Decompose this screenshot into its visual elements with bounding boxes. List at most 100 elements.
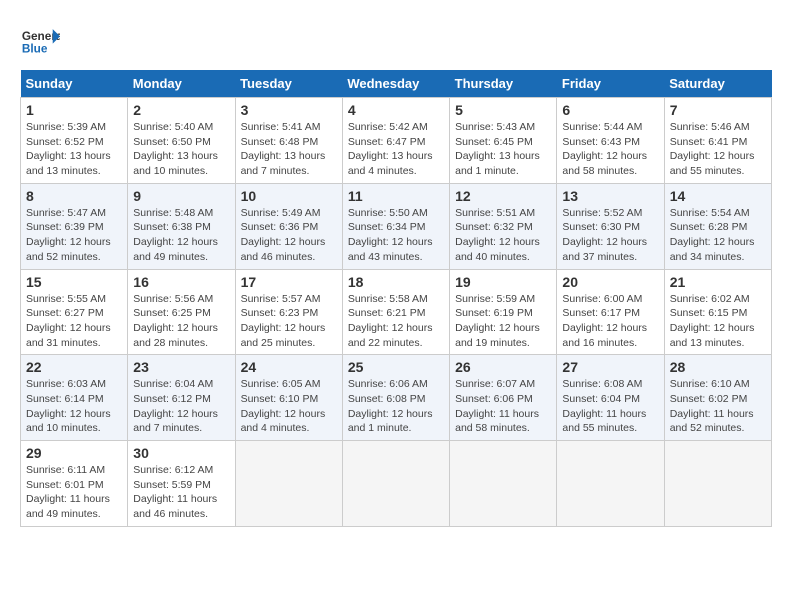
day-info: Sunrise: 6:07 AMSunset: 6:06 PMDaylight:…: [455, 377, 551, 436]
day-number: 12: [455, 188, 551, 204]
day-28: 28 Sunrise: 6:10 AMSunset: 6:02 PMDayligh…: [664, 355, 771, 441]
day-8: 8Sunrise: 5:47 AMSunset: 6:39 PMDaylight…: [21, 183, 128, 269]
day-number: 6: [562, 102, 658, 118]
day-info: Sunrise: 5:42 AMSunset: 6:47 PMDaylight:…: [348, 120, 444, 179]
day-number: 19: [455, 274, 551, 290]
day-info: Sunrise: 5:50 AMSunset: 6:34 PMDaylight:…: [348, 206, 444, 265]
day-5: 5Sunrise: 5:43 AMSunset: 6:45 PMDaylight…: [450, 98, 557, 184]
day-number: 16: [133, 274, 229, 290]
day-26: 26 Sunrise: 6:07 AMSunset: 6:06 PMDayligh…: [450, 355, 557, 441]
day-number: 26: [455, 359, 551, 375]
day-16: 16Sunrise: 5:56 AMSunset: 6:25 PMDayligh…: [128, 269, 235, 355]
calendar-week-2: 8Sunrise: 5:47 AMSunset: 6:39 PMDaylight…: [21, 183, 772, 269]
day-20: 20 Sunrise: 6:00 AMSunset: 6:17 PMDayligh…: [557, 269, 664, 355]
day-24: 24 Sunrise: 6:05 AMSunset: 6:10 PMDayligh…: [235, 355, 342, 441]
empty-day: [664, 441, 771, 527]
header-saturday: Saturday: [664, 70, 771, 98]
day-9: 9 Sunrise: 5:48 AMSunset: 6:38 PMDaylight…: [128, 183, 235, 269]
header-wednesday: Wednesday: [342, 70, 449, 98]
day-number: 3: [241, 102, 337, 118]
page-header: General Blue: [20, 20, 772, 60]
day-10: 10Sunrise: 5:49 AMSunset: 6:36 PMDayligh…: [235, 183, 342, 269]
day-info: Sunrise: 6:10 AMSunset: 6:02 PMDaylight:…: [670, 377, 766, 436]
logo: General Blue: [20, 20, 64, 60]
day-23: 23 Sunrise: 6:04 AMSunset: 6:12 PMDayligh…: [128, 355, 235, 441]
day-4: 4 Sunrise: 5:42 AMSunset: 6:47 PMDaylight…: [342, 98, 449, 184]
day-29: 29 Sunrise: 6:11 AMSunset: 6:01 PMDayligh…: [21, 441, 128, 527]
day-info: Sunrise: 6:02 AMSunset: 6:15 PMDaylight:…: [670, 292, 766, 351]
header-monday: Monday: [128, 70, 235, 98]
header-sunday: Sunday: [21, 70, 128, 98]
empty-day: [557, 441, 664, 527]
day-number: 18: [348, 274, 444, 290]
day-12: 12 Sunrise: 5:51 AMSunset: 6:32 PMDayligh…: [450, 183, 557, 269]
day-number: 24: [241, 359, 337, 375]
calendar-week-3: 15 Sunrise: 5:55 AMSunset: 6:27 PMDayligh…: [21, 269, 772, 355]
day-15: 15 Sunrise: 5:55 AMSunset: 6:27 PMDayligh…: [21, 269, 128, 355]
day-21: 21 Sunrise: 6:02 AMSunset: 6:15 PMDayligh…: [664, 269, 771, 355]
day-number: 9: [133, 188, 229, 204]
day-info: Sunrise: 6:03 AMSunset: 6:14 PMDaylight:…: [26, 377, 122, 436]
day-info: Sunrise: 5:49 AMSunset: 6:36 PMDaylight:…: [241, 206, 337, 265]
day-info: Sunrise: 6:12 AMSunset: 5:59 PMDaylight:…: [133, 463, 229, 522]
day-info: Sunrise: 6:08 AMSunset: 6:04 PMDaylight:…: [562, 377, 658, 436]
day-number: 20: [562, 274, 658, 290]
day-number: 27: [562, 359, 658, 375]
day-info: Sunrise: 5:40 AMSunset: 6:50 PMDaylight:…: [133, 120, 229, 179]
day-1: 1 Sunrise: 5:39 AMSunset: 6:52 PMDaylight…: [21, 98, 128, 184]
calendar-header-row: SundayMondayTuesdayWednesdayThursdayFrid…: [21, 70, 772, 98]
empty-day: [235, 441, 342, 527]
day-info: Sunrise: 6:00 AMSunset: 6:17 PMDaylight:…: [562, 292, 658, 351]
calendar-week-5: 29 Sunrise: 6:11 AMSunset: 6:01 PMDayligh…: [21, 441, 772, 527]
day-number: 13: [562, 188, 658, 204]
empty-day: [342, 441, 449, 527]
day-30: 30 Sunrise: 6:12 AMSunset: 5:59 PMDayligh…: [128, 441, 235, 527]
day-info: Sunrise: 5:59 AMSunset: 6:19 PMDaylight:…: [455, 292, 551, 351]
day-17: 17 Sunrise: 5:57 AMSunset: 6:23 PMDayligh…: [235, 269, 342, 355]
day-info: Sunrise: 5:48 AMSunset: 6:38 PMDaylight:…: [133, 206, 229, 265]
day-7: 7 Sunrise: 5:46 AMSunset: 6:41 PMDaylight…: [664, 98, 771, 184]
calendar-week-4: 22 Sunrise: 6:03 AMSunset: 6:14 PMDayligh…: [21, 355, 772, 441]
day-2: 2Sunrise: 5:40 AMSunset: 6:50 PMDaylight…: [128, 98, 235, 184]
svg-text:Blue: Blue: [22, 42, 48, 56]
day-number: 8: [26, 188, 122, 204]
day-info: Sunrise: 6:05 AMSunset: 6:10 PMDaylight:…: [241, 377, 337, 436]
day-number: 29: [26, 445, 122, 461]
empty-day: [450, 441, 557, 527]
day-info: Sunrise: 5:46 AMSunset: 6:41 PMDaylight:…: [670, 120, 766, 179]
day-info: Sunrise: 6:06 AMSunset: 6:08 PMDaylight:…: [348, 377, 444, 436]
day-number: 23: [133, 359, 229, 375]
day-14: 14Sunrise: 5:54 AMSunset: 6:28 PMDayligh…: [664, 183, 771, 269]
day-number: 7: [670, 102, 766, 118]
day-number: 1: [26, 102, 122, 118]
day-11: 11 Sunrise: 5:50 AMSunset: 6:34 PMDayligh…: [342, 183, 449, 269]
calendar-table: SundayMondayTuesdayWednesdayThursdayFrid…: [20, 70, 772, 527]
day-number: 22: [26, 359, 122, 375]
day-info: Sunrise: 6:11 AMSunset: 6:01 PMDaylight:…: [26, 463, 122, 522]
day-info: Sunrise: 5:55 AMSunset: 6:27 PMDaylight:…: [26, 292, 122, 351]
day-13: 13 Sunrise: 5:52 AMSunset: 6:30 PMDayligh…: [557, 183, 664, 269]
header-friday: Friday: [557, 70, 664, 98]
day-info: Sunrise: 5:52 AMSunset: 6:30 PMDaylight:…: [562, 206, 658, 265]
day-info: Sunrise: 5:39 AMSunset: 6:52 PMDaylight:…: [26, 120, 122, 179]
day-info: Sunrise: 6:04 AMSunset: 6:12 PMDaylight:…: [133, 377, 229, 436]
day-info: Sunrise: 5:51 AMSunset: 6:32 PMDaylight:…: [455, 206, 551, 265]
day-info: Sunrise: 5:57 AMSunset: 6:23 PMDaylight:…: [241, 292, 337, 351]
day-number: 25: [348, 359, 444, 375]
logo-icon: General Blue: [20, 20, 60, 60]
day-number: 11: [348, 188, 444, 204]
day-number: 4: [348, 102, 444, 118]
calendar-week-1: 1 Sunrise: 5:39 AMSunset: 6:52 PMDaylight…: [21, 98, 772, 184]
day-number: 21: [670, 274, 766, 290]
day-number: 17: [241, 274, 337, 290]
day-27: 27 Sunrise: 6:08 AMSunset: 6:04 PMDayligh…: [557, 355, 664, 441]
day-3: 3Sunrise: 5:41 AMSunset: 6:48 PMDaylight…: [235, 98, 342, 184]
day-number: 15: [26, 274, 122, 290]
day-25: 25 Sunrise: 6:06 AMSunset: 6:08 PMDayligh…: [342, 355, 449, 441]
day-info: Sunrise: 5:43 AMSunset: 6:45 PMDaylight:…: [455, 120, 551, 179]
day-number: 28: [670, 359, 766, 375]
day-22: 22 Sunrise: 6:03 AMSunset: 6:14 PMDayligh…: [21, 355, 128, 441]
day-info: Sunrise: 5:54 AMSunset: 6:28 PMDaylight:…: [670, 206, 766, 265]
day-6: 6Sunrise: 5:44 AMSunset: 6:43 PMDaylight…: [557, 98, 664, 184]
day-number: 30: [133, 445, 229, 461]
